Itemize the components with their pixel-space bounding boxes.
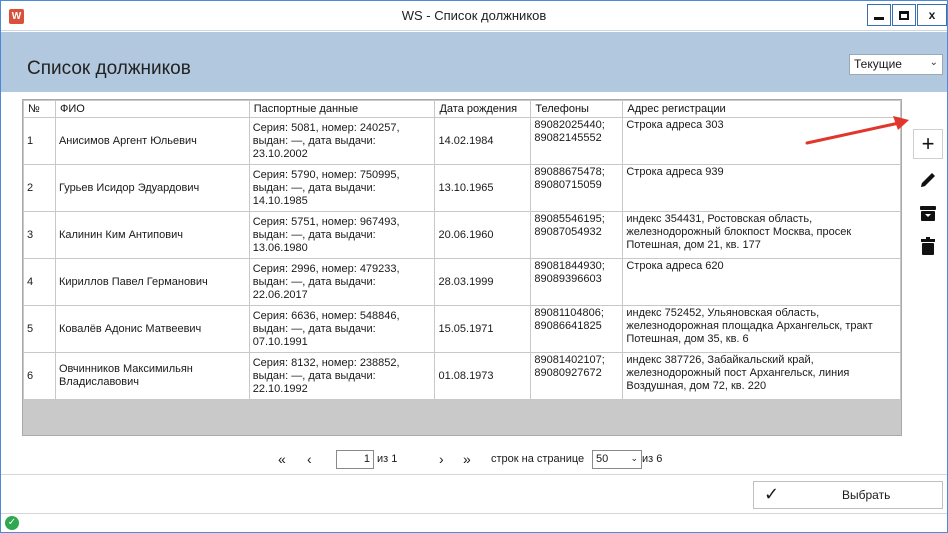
cell-address: индекс 752452, Ульяновская область, желе…	[622, 305, 901, 353]
cell-passport: Серия: 5081, номер: 240257, выдан: —, да…	[248, 117, 436, 165]
table-row[interactable]: 5 Ковалёв Адонис Матвеевич Серия: 6636, …	[23, 305, 901, 353]
table-row[interactable]: 4 Кириллов Павел Германович Серия: 2996,…	[23, 258, 901, 306]
cell-fio: Гурьев Исидор Эдуардович	[54, 164, 250, 212]
cell-birth: 28.03.1999	[434, 258, 532, 306]
choose-button-label: Выбрать	[842, 488, 891, 502]
close-button[interactable]: x	[917, 4, 947, 26]
status-bar: ✓	[1, 513, 947, 532]
minimize-icon	[874, 17, 884, 21]
delete-button[interactable]	[913, 235, 943, 265]
page-number-input[interactable]: 1	[336, 450, 374, 469]
minimize-button[interactable]	[867, 4, 891, 26]
app-window: W WS - Список должников x Список должник…	[0, 0, 948, 533]
window-title: WS - Список должников	[401, 8, 547, 23]
column-header-num[interactable]: №	[23, 100, 56, 118]
edit-button[interactable]	[913, 169, 943, 199]
title-bar: W WS - Список должников x	[1, 1, 947, 31]
cell-passport: Серия: 6636, номер: 548846, выдан: —, да…	[248, 305, 436, 353]
table-row[interactable]: 2 Гурьев Исидор Эдуардович Серия: 5790, …	[23, 164, 901, 212]
page-title: Список должников	[27, 58, 191, 79]
cell-address: Строка адреса 939	[622, 164, 901, 212]
cell-passport: Серия: 8132, номер: 238852, выдан: —, да…	[248, 352, 436, 400]
archive-button[interactable]	[913, 202, 943, 232]
cell-fio: Ковалёв Адонис Матвеевич	[54, 305, 250, 353]
page-count-label: из 1	[377, 453, 398, 465]
last-page-button[interactable]: »	[463, 451, 471, 467]
column-header-birth[interactable]: Дата рождения	[434, 100, 532, 118]
cell-num: 6	[23, 352, 56, 400]
rows-per-page-value: 50	[596, 453, 609, 465]
table-row[interactable]: 1 Анисимов Аргент Юльевич Серия: 5081, н…	[23, 117, 901, 165]
column-header-fio[interactable]: ФИО	[54, 100, 250, 118]
cell-num: 5	[23, 305, 56, 353]
table-row[interactable]: 3 Калинин Ким Антипович Серия: 5751, ном…	[23, 211, 901, 259]
cell-fio: Калинин Ким Антипович	[54, 211, 250, 259]
next-page-button[interactable]: ›	[439, 451, 444, 467]
cell-phones: 89085546195; 89087054932	[530, 211, 624, 259]
cell-birth: 13.10.1965	[434, 164, 532, 212]
cell-passport: Серия: 5751, номер: 967493, выдан: —, да…	[248, 211, 436, 259]
cell-address: индекс 354431, Ростовская область, желез…	[622, 211, 901, 259]
page-header: Список должников	[1, 32, 947, 92]
cell-passport: Серия: 5790, номер: 750995, выдан: —, да…	[248, 164, 436, 212]
choose-button[interactable]: ✓ Выбрать	[753, 481, 943, 509]
trash-icon	[921, 237, 935, 255]
column-header-phones[interactable]: Телефоны	[530, 100, 624, 118]
cell-birth: 20.06.1960	[434, 211, 532, 259]
cell-num: 2	[23, 164, 56, 212]
cell-fio: Кириллов Павел Германович	[54, 258, 250, 306]
cell-address: индекс 387726, Забайкальский край, желез…	[622, 352, 901, 400]
add-button[interactable]: +	[913, 129, 943, 159]
table-header-row: № ФИО Паспортные данные Дата рождения Те…	[23, 100, 901, 118]
cell-address: Строка адреса 620	[622, 258, 901, 306]
first-page-button[interactable]: «	[278, 451, 286, 467]
cell-phones: 89081104806; 89086641825	[530, 305, 624, 353]
annotation-arrow	[805, 116, 909, 145]
cell-num: 4	[23, 258, 56, 306]
pencil-icon	[921, 173, 935, 187]
cell-passport: Серия: 2996, номер: 479233, выдан: —, да…	[248, 258, 436, 306]
footer-divider	[1, 474, 947, 475]
cell-phones: 89081402107; 89080927672	[530, 352, 624, 400]
cell-num: 1	[23, 117, 56, 165]
archive-icon	[920, 206, 936, 221]
filter-select-value: Текущие	[854, 57, 902, 71]
total-rows-label: из 6	[642, 453, 663, 465]
cell-phones: 89082025440; 89082145552	[530, 117, 624, 165]
cell-num: 3	[23, 211, 56, 259]
cell-birth: 15.05.1971	[434, 305, 532, 353]
cell-phones: 89088675478; 89080715059	[530, 164, 624, 212]
rows-per-page-label: строк на странице	[491, 453, 585, 465]
maximize-button[interactable]	[892, 4, 916, 26]
debtors-table: № ФИО Паспортные данные Дата рождения Те…	[23, 100, 901, 400]
cell-fio: Овчинников Максимильян Владиславович	[54, 352, 250, 400]
check-icon: ✓	[764, 484, 780, 504]
prev-page-button[interactable]: ‹	[307, 451, 312, 467]
rows-per-page-select[interactable]: 50 ⌄	[592, 450, 642, 469]
cell-phones: 89081844930; 89089396603	[530, 258, 624, 306]
pagination: « ‹ 1 из 1 › » строк на странице 50 ⌄ из…	[1, 449, 947, 473]
chevron-down-icon: ⌄	[630, 453, 638, 463]
filter-select[interactable]: Текущие ⌄	[849, 54, 943, 75]
chevron-down-icon: ⌄	[929, 57, 938, 68]
column-header-passport[interactable]: Паспортные данные	[248, 100, 436, 118]
table-row[interactable]: 6 Овчинников Максимильян Владиславович С…	[23, 352, 901, 400]
cell-birth: 01.08.1973	[434, 352, 532, 400]
debtors-table-container: № ФИО Паспортные данные Дата рождения Те…	[22, 99, 902, 436]
cell-fio: Анисимов Аргент Юльевич	[54, 117, 250, 165]
cell-birth: 14.02.1984	[434, 117, 532, 165]
status-ok-icon: ✓	[5, 516, 19, 530]
maximize-icon	[899, 11, 909, 21]
